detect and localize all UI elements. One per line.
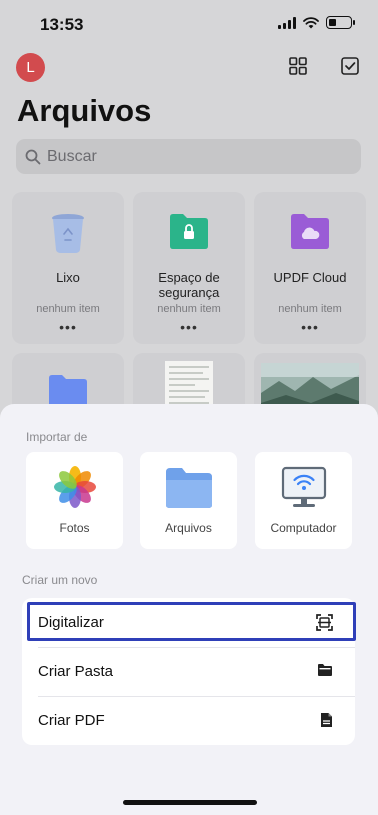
import-photos-button[interactable]: Fotos xyxy=(26,452,123,549)
scan-icon xyxy=(316,614,333,631)
import-source-label: Arquivos xyxy=(165,521,212,535)
status-time: 13:53 xyxy=(40,15,84,34)
search-bar[interactable]: Buscar xyxy=(16,139,361,174)
status-bar: 13:53 xyxy=(0,0,378,48)
folder-name: UPDF Cloud xyxy=(273,270,347,285)
create-section-label: Criar um novo xyxy=(22,573,98,587)
home-indicator[interactable] xyxy=(123,800,257,805)
cellular-signal-icon xyxy=(278,16,296,29)
import-computer-button[interactable]: Computador xyxy=(255,452,352,549)
action-label: Criar PDF xyxy=(38,712,105,729)
scan-button[interactable]: Digitalizar xyxy=(22,598,355,647)
add-bottom-sheet: Importar de Fotos Arquivos Computador Cr… xyxy=(0,404,378,815)
create-actions-list: Digitalizar Criar Pasta Criar PDF xyxy=(22,598,355,745)
more-options-icon[interactable]: ••• xyxy=(12,319,124,335)
folder-tile-trash[interactable]: Lixo nenhum item ••• xyxy=(12,192,124,344)
folder-name: Espaço de segurança xyxy=(158,270,220,300)
avatar[interactable]: L xyxy=(16,53,45,82)
search-placeholder: Buscar xyxy=(47,147,97,165)
document-icon xyxy=(321,713,332,727)
computer-wifi-icon xyxy=(281,466,326,507)
import-source-label: Fotos xyxy=(59,521,90,535)
import-files-button[interactable]: Arquivos xyxy=(140,452,237,549)
row-divider xyxy=(38,696,355,697)
page-title: Arquivos xyxy=(17,93,152,128)
folder-tile-updf-cloud[interactable]: UPDF Cloud nenhum item ••• xyxy=(254,192,366,344)
folder-name: Lixo xyxy=(56,270,80,285)
wifi-icon xyxy=(303,16,319,28)
folder-item-count: nenhum item xyxy=(278,303,342,315)
import-section-label: Importar de xyxy=(26,430,88,444)
import-source-label: Computador xyxy=(270,521,337,535)
folder-tile-secure-space[interactable]: Espaço de segurança nenhum item ••• xyxy=(133,192,245,344)
battery-icon xyxy=(326,16,355,29)
folder-item-count: nenhum item xyxy=(157,303,221,315)
select-checkbox-icon[interactable] xyxy=(340,56,360,76)
photos-icon xyxy=(53,466,96,508)
row-divider xyxy=(38,647,355,648)
status-icons xyxy=(278,16,355,29)
more-options-icon[interactable]: ••• xyxy=(254,319,366,335)
action-label: Criar Pasta xyxy=(38,663,114,680)
trash-bin-icon xyxy=(52,214,84,253)
files-folder-icon xyxy=(165,468,212,508)
more-options-icon[interactable]: ••• xyxy=(133,319,245,335)
search-icon xyxy=(25,149,41,164)
folder-item-count: nenhum item xyxy=(36,303,100,315)
grid-view-icon[interactable] xyxy=(288,56,308,76)
secure-folder-icon xyxy=(170,214,208,249)
action-label: Digitalizar xyxy=(38,614,104,631)
create-pdf-button[interactable]: Criar PDF xyxy=(22,696,355,745)
cloud-folder-icon xyxy=(291,214,329,249)
create-folder-button[interactable]: Criar Pasta xyxy=(22,647,355,696)
folder-icon xyxy=(318,664,332,676)
